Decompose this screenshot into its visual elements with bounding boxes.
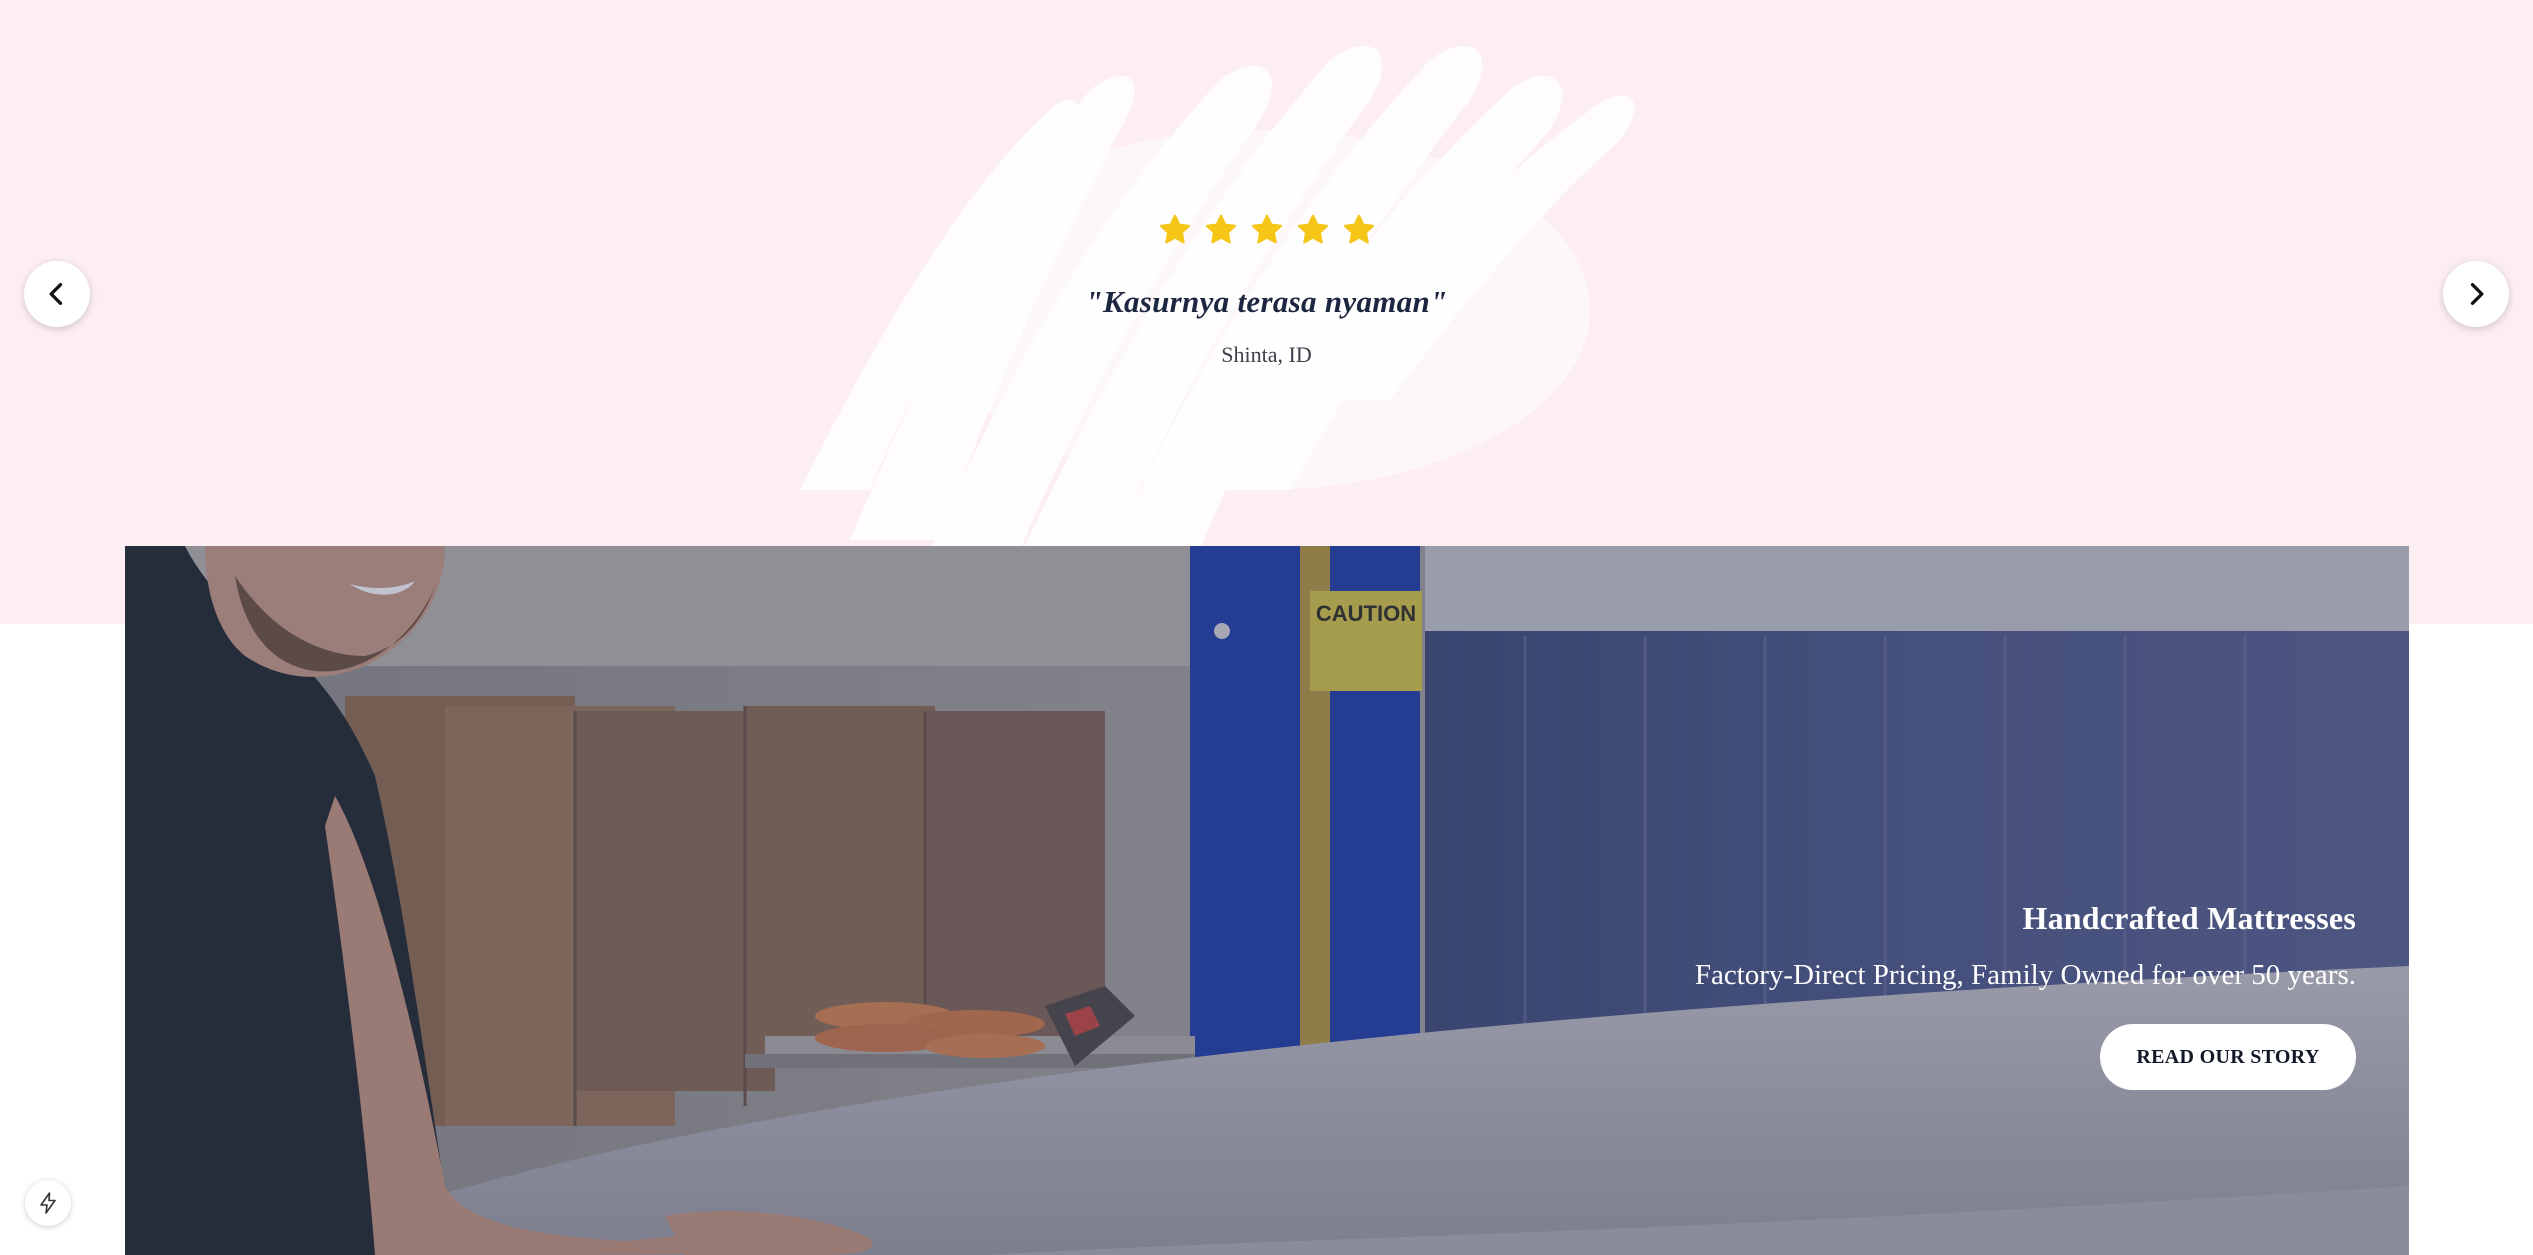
carousel-prev-button[interactable] [24,261,90,327]
lightning-icon [40,1192,56,1214]
star-icon [1251,214,1282,244]
carousel-next-button[interactable] [2443,261,2509,327]
star-icon [1159,214,1190,244]
read-our-story-button[interactable]: READ OUR STORY [2100,1024,2356,1090]
page: "Kasurnya terasa nyaman" Shinta, ID CAUT… [0,0,2533,1255]
testimonial: "Kasurnya terasa nyaman" Shinta, ID [0,212,2533,368]
hero-content: Handcrafted Mattresses Factory-Direct Pr… [1695,900,2356,1090]
hero-subtitle: Factory-Direct Pricing, Family Owned for… [1694,959,2356,991]
quick-action-button[interactable] [25,1180,71,1226]
testimonial-quote: "Kasurnya terasa nyaman" [1085,284,1448,319]
testimonial-section: "Kasurnya terasa nyaman" Shinta, ID [0,0,2533,624]
hero-banner: CAUTION Handcrafted Mattresses Factory-D… [125,546,2409,1255]
testimonial-author: Shinta, ID [1221,342,1312,367]
star-icon [1297,214,1328,244]
star-icon [1205,214,1236,244]
chevron-left-icon [49,283,63,305]
star-icon [1343,214,1374,244]
hero-title: Handcrafted Mattresses [2022,900,2356,936]
chevron-right-icon [2470,283,2484,305]
star-rating [0,212,2533,254]
